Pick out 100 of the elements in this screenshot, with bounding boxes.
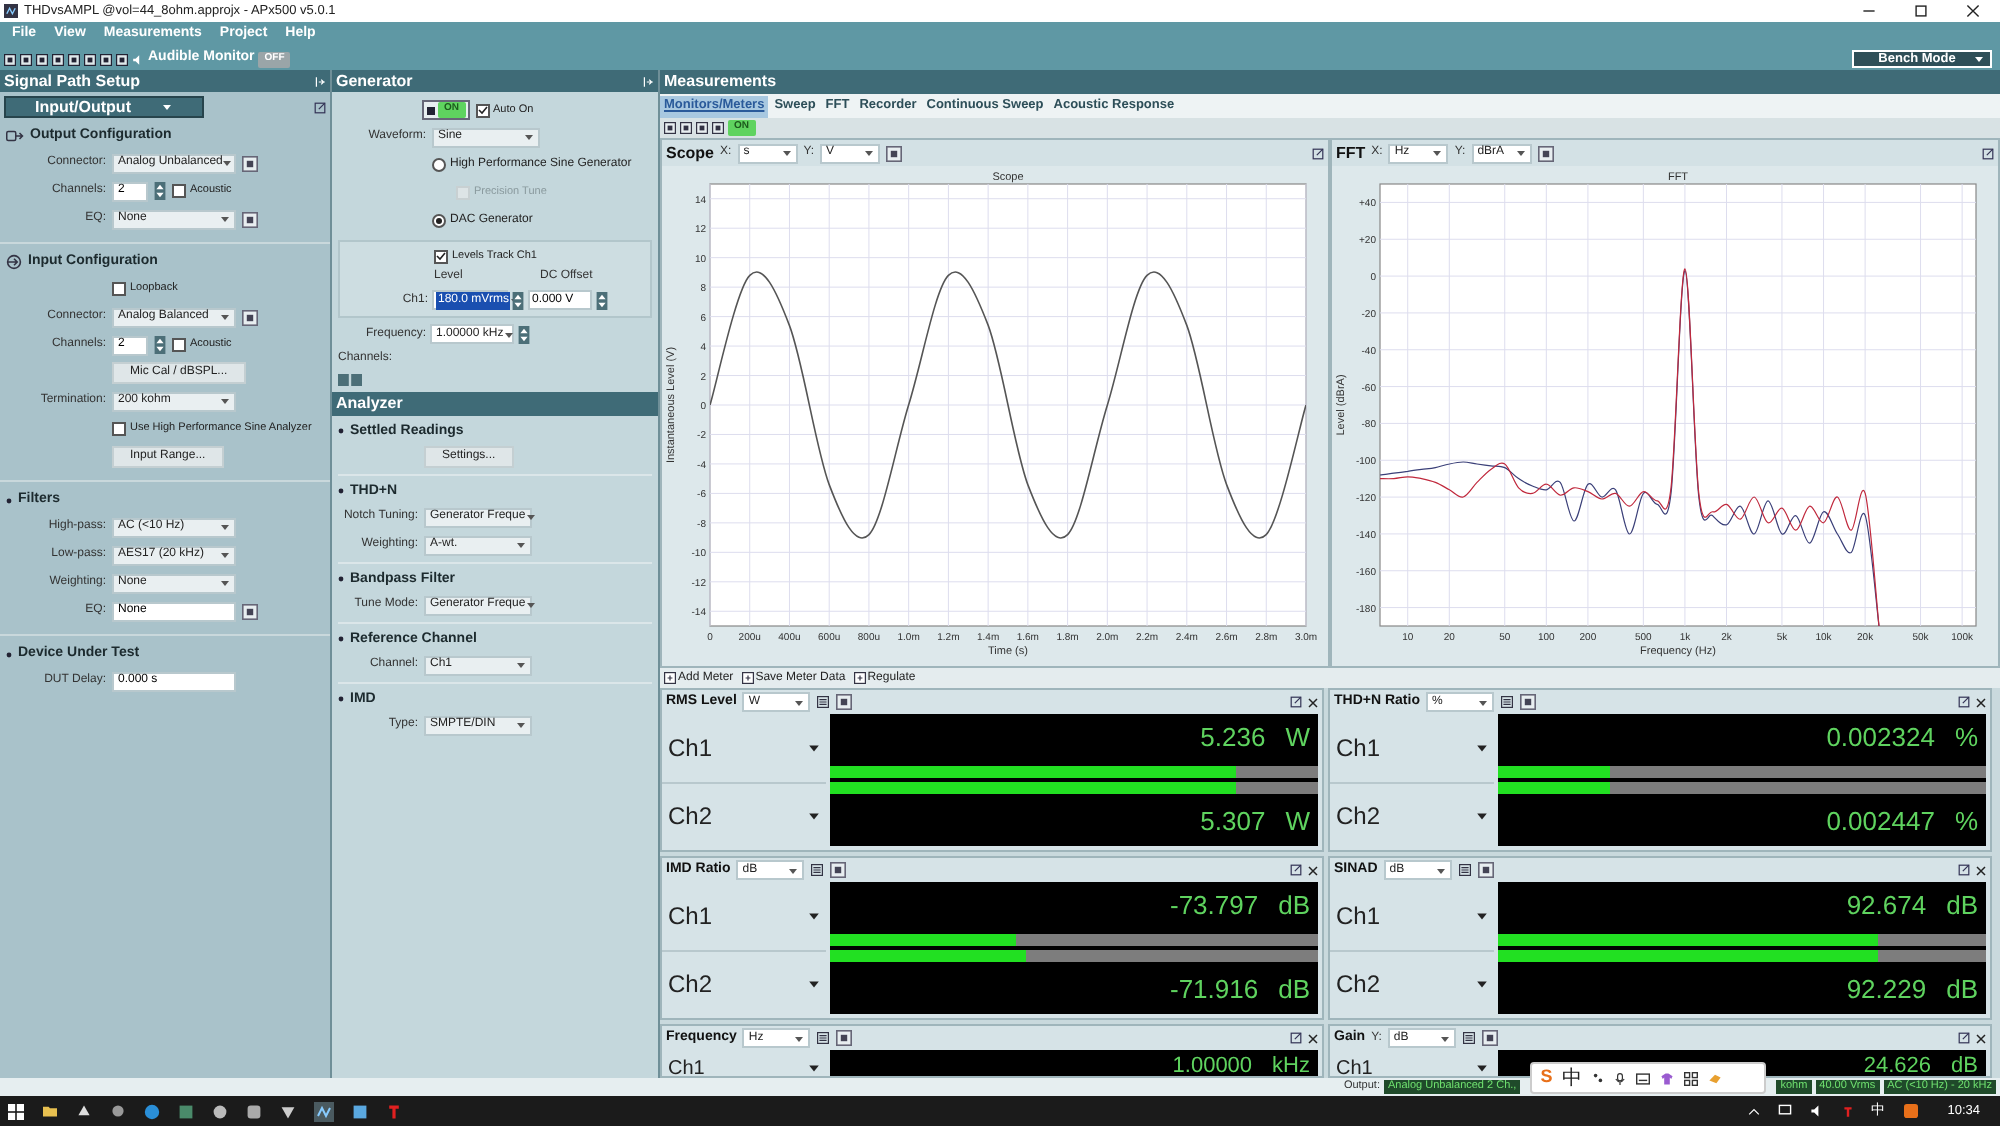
checkbox[interactable] [475, 103, 489, 117]
volume-icon[interactable] [1809, 1104, 1824, 1118]
settings-icon[interactable] [242, 309, 258, 325]
meter-reading: 24.626 [1863, 1052, 1932, 1076]
toolbar-icon[interactable] [20, 53, 32, 65]
network-icon[interactable] [1777, 1104, 1792, 1118]
dropdown[interactable]: Input/Output [4, 96, 204, 118]
caret-icon [220, 578, 230, 588]
checkbox[interactable] [172, 338, 186, 352]
settings-icon[interactable] [1481, 1030, 1498, 1046]
meter-unit: dB [1946, 972, 1978, 1009]
popout-icon[interactable] [1290, 1032, 1302, 1044]
popout-icon[interactable] [1290, 696, 1302, 708]
channel-label: Ch1 [668, 899, 713, 934]
caret-icon [220, 396, 230, 406]
app-icon[interactable] [1903, 1104, 1918, 1118]
toolbar-icon[interactable] [68, 53, 80, 65]
spinner-icon[interactable] [512, 291, 524, 310]
settings-icon[interactable] [886, 145, 903, 161]
minimize-icon[interactable] [1862, 4, 1876, 18]
list-icon[interactable] [1461, 1032, 1476, 1044]
toolbar-icon[interactable] [116, 53, 128, 65]
start-icon[interactable] [8, 1103, 24, 1119]
radio-button[interactable] [432, 158, 446, 172]
caret-icon [525, 512, 536, 523]
list-icon[interactable] [816, 696, 831, 708]
close-icon[interactable] [1308, 1033, 1318, 1043]
app-icon[interactable] [280, 1103, 296, 1119]
app-icon[interactable] [314, 1101, 334, 1121]
caret-icon [1476, 1062, 1488, 1075]
list-icon[interactable] [1457, 864, 1472, 876]
ime-mode[interactable]: 中 [1562, 1063, 1583, 1093]
close-icon[interactable] [1976, 697, 1986, 707]
caret-icon [1435, 865, 1446, 875]
settings-icon[interactable] [830, 862, 847, 878]
toolbar-icon[interactable] [696, 122, 708, 134]
checkbox[interactable] [172, 184, 186, 198]
settings-icon[interactable] [1519, 694, 1536, 710]
close-icon[interactable] [1976, 1033, 1986, 1043]
settings-icon[interactable] [242, 155, 258, 171]
app-icon[interactable] [110, 1104, 126, 1118]
browser-icon[interactable] [144, 1103, 160, 1119]
meter-unit: % [1954, 804, 1978, 841]
popout-icon[interactable] [1958, 696, 1970, 708]
close-icon[interactable] [1976, 865, 1986, 875]
spinner-icon[interactable] [518, 325, 530, 344]
caret-up-icon[interactable] [1747, 1105, 1760, 1117]
meter-unit: dB [1278, 888, 1310, 925]
punctuation-icon[interactable] [1592, 1072, 1605, 1084]
list-icon[interactable] [1499, 696, 1514, 708]
list-icon[interactable] [816, 1032, 831, 1044]
stop-icon[interactable] [426, 105, 436, 115]
popout-icon[interactable] [1312, 147, 1324, 159]
app-icon[interactable] [352, 1103, 368, 1119]
folder-icon[interactable] [42, 1104, 58, 1118]
toolbar-icon[interactable] [680, 122, 692, 134]
settings-icon[interactable] [1477, 862, 1494, 878]
checkbox[interactable] [112, 282, 126, 296]
toolbar-icon[interactable] [100, 53, 112, 65]
speaker-icon[interactable] [132, 53, 144, 65]
popout-icon[interactable] [1958, 864, 1970, 876]
app-icon[interactable] [212, 1103, 228, 1119]
checkbox[interactable] [434, 249, 448, 264]
grid-icon[interactable] [1684, 1071, 1699, 1085]
toolbar-icon[interactable] [712, 122, 724, 134]
settings-icon[interactable] [1537, 145, 1554, 161]
toolbar-icon[interactable] [36, 53, 48, 65]
toolbar-icon[interactable] [4, 53, 16, 65]
shirt-icon[interactable] [1660, 1071, 1675, 1085]
spinner-icon[interactable] [154, 182, 166, 200]
settings-icon[interactable] [242, 603, 258, 619]
caret-icon [516, 540, 526, 551]
maximize-icon[interactable] [1914, 4, 1928, 18]
popout-icon[interactable] [1982, 147, 1994, 159]
close-icon[interactable] [1966, 4, 1980, 18]
spinner-icon[interactable] [596, 291, 608, 310]
settings-icon[interactable] [242, 211, 258, 227]
keyboard-icon[interactable] [1636, 1071, 1651, 1085]
close-icon[interactable] [1308, 697, 1318, 707]
pin-icon[interactable] [642, 75, 654, 87]
app-icon[interactable] [76, 1104, 92, 1118]
microphone-icon[interactable] [1614, 1071, 1627, 1085]
app-icon[interactable] [246, 1103, 262, 1119]
pin-icon[interactable] [314, 75, 326, 87]
close-icon[interactable] [1308, 865, 1318, 875]
radio-button[interactable] [432, 214, 446, 228]
toolbar-icon[interactable] [664, 122, 676, 134]
popout-icon[interactable] [314, 101, 326, 113]
popout-icon[interactable] [1290, 864, 1302, 876]
settings-icon[interactable] [836, 694, 853, 710]
settings-icon[interactable] [836, 1030, 853, 1046]
list-icon[interactable] [810, 864, 825, 876]
channel-icon[interactable] [338, 374, 362, 387]
spinner-icon[interactable] [154, 336, 166, 354]
channel-label: Ch1 [668, 731, 713, 766]
toolbar-icon[interactable] [52, 53, 64, 65]
checkbox[interactable] [112, 422, 126, 436]
popout-icon[interactable] [1958, 1032, 1970, 1044]
plus-icon [853, 672, 866, 684]
toolbar-icon[interactable] [84, 53, 96, 65]
